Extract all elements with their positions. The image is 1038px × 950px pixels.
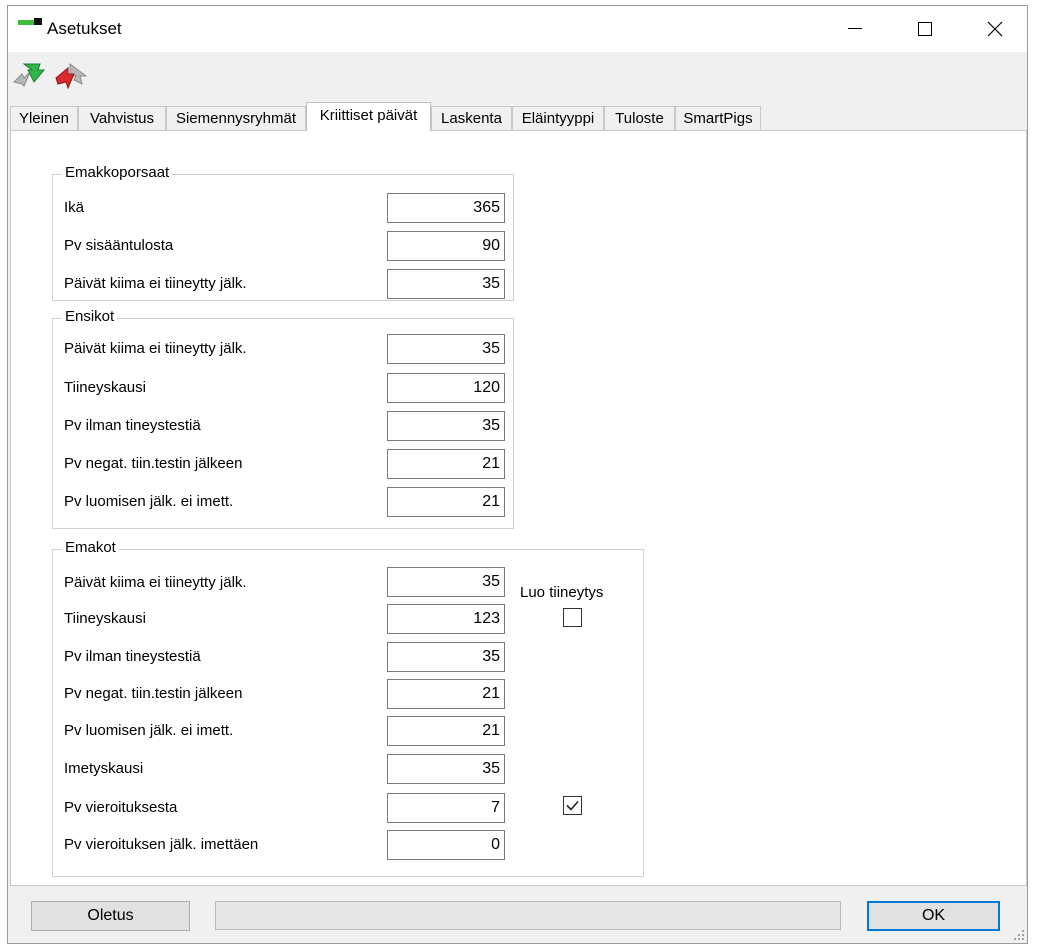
field-label: Pv luomisen jälk. ei imett.: [64, 722, 234, 739]
vieroituksesta-checkbox[interactable]: [563, 796, 582, 815]
pv-ilman-tiineystestia-input[interactable]: [387, 411, 505, 441]
tab-kriittiset-paivat[interactable]: Kriittiset päivät: [306, 102, 431, 131]
paivat-kiima-input[interactable]: [387, 567, 505, 597]
settings-window: Asetukset Yleinen Vahvistus Siemennysryh…: [7, 5, 1028, 944]
oletus-button[interactable]: Oletus: [31, 901, 190, 931]
field-label: Pv ilman tineystestiä: [64, 648, 201, 665]
ok-button[interactable]: OK: [867, 901, 1000, 931]
maximize-icon: [918, 22, 932, 36]
pv-vieroituksesta-input[interactable]: [387, 793, 505, 823]
pv-ilman-tiineystestia-input[interactable]: [387, 642, 505, 672]
field-label: Ikä: [64, 199, 85, 216]
window-title: Asetukset: [47, 19, 122, 38]
progress-bar: [215, 901, 841, 930]
field-label: Päivät kiima ei tiineytty jälk.: [64, 275, 247, 292]
field-label: Tiineyskausi: [64, 379, 146, 396]
red-arrow-swap-icon: [55, 63, 88, 90]
field-label: Pv negat. tiin.testin jälkeen: [64, 685, 243, 702]
field-label: Pv luomisen jälk. ei imett.: [64, 493, 234, 510]
luo-tiineytys-checkbox[interactable]: [563, 608, 582, 627]
group-title: Ensikot: [62, 308, 118, 325]
pv-luomisen-jalk-input[interactable]: [387, 487, 505, 517]
pv-sisaantulosta-input[interactable]: [387, 231, 505, 261]
pv-negat-tiin-testin-input[interactable]: [387, 449, 505, 479]
group-emakkoporsaat: Emakkoporsaat Ikä Pv sisääntulosta Päivä…: [52, 164, 514, 301]
tab-smartpigs[interactable]: SmartPigs: [675, 106, 761, 130]
field-label: Pv vieroituksesta: [64, 799, 178, 816]
maximize-button[interactable]: [890, 6, 960, 52]
group-ensikot: Ensikot Päivät kiima ei tiineytty jälk. …: [52, 308, 514, 529]
toolbar: [8, 52, 1027, 102]
group-emakot: Emakot Päivät kiima ei tiineytty jälk. L…: [52, 539, 644, 877]
field-label: Päivät kiima ei tiineytty jälk.: [64, 340, 247, 357]
group-title: Emakot: [62, 539, 119, 556]
field-label: Päivät kiima ei tiineytty jälk.: [64, 574, 247, 591]
luo-tiineytys-label: Luo tiineytys: [520, 584, 604, 601]
tab-panel-kriittiset-paivat: Emakkoporsaat Ikä Pv sisääntulosta Päivä…: [10, 130, 1027, 886]
paivat-kiima-input[interactable]: [387, 334, 505, 364]
minimize-button[interactable]: [820, 6, 890, 52]
resize-grip-icon[interactable]: [1013, 929, 1025, 941]
app-icon: [18, 18, 42, 28]
imetyskausi-input[interactable]: [387, 754, 505, 784]
pv-luomisen-jalk-input[interactable]: [387, 716, 505, 746]
tab-tuloste[interactable]: Tuloste: [604, 106, 675, 130]
field-label: Pv sisääntulosta: [64, 237, 174, 254]
pv-vieroituksen-jalk-imettaen-input[interactable]: [387, 830, 505, 860]
field-label: Pv negat. tiin.testin jälkeen: [64, 455, 243, 472]
green-arrow-swap-icon: [13, 63, 46, 87]
close-button[interactable]: [960, 6, 1030, 52]
tiineyskausi-input[interactable]: [387, 373, 505, 403]
minimize-icon: [848, 28, 862, 29]
toolbar-button-green[interactable]: [10, 58, 46, 94]
group-title: Emakkoporsaat: [62, 164, 173, 181]
tiineyskausi-input[interactable]: [387, 604, 505, 634]
tab-elaintyyppi[interactable]: Eläintyyppi: [512, 106, 604, 130]
tab-laskenta[interactable]: Laskenta: [431, 106, 512, 130]
field-label: Pv vieroituksen jälk. imettäen: [64, 836, 259, 853]
bottom-bar: Oletus OK: [8, 886, 1027, 943]
tab-yleinen[interactable]: Yleinen: [10, 106, 78, 130]
field-label: Tiineyskausi: [64, 610, 146, 627]
ika-input[interactable]: [387, 193, 505, 223]
toolbar-button-red[interactable]: [52, 58, 88, 94]
close-icon: [987, 21, 1003, 37]
title-bar: Asetukset: [8, 6, 1027, 52]
checkmark-icon: [566, 800, 579, 811]
field-label: Pv ilman tineystestiä: [64, 417, 201, 434]
tab-siemennysryhmat[interactable]: Siemennysryhmät: [166, 106, 306, 130]
field-label: Imetyskausi: [64, 760, 144, 777]
tab-vahvistus[interactable]: Vahvistus: [78, 106, 166, 130]
paivat-kiima-input[interactable]: [387, 269, 505, 299]
pv-negat-tiin-testin-input[interactable]: [387, 679, 505, 709]
